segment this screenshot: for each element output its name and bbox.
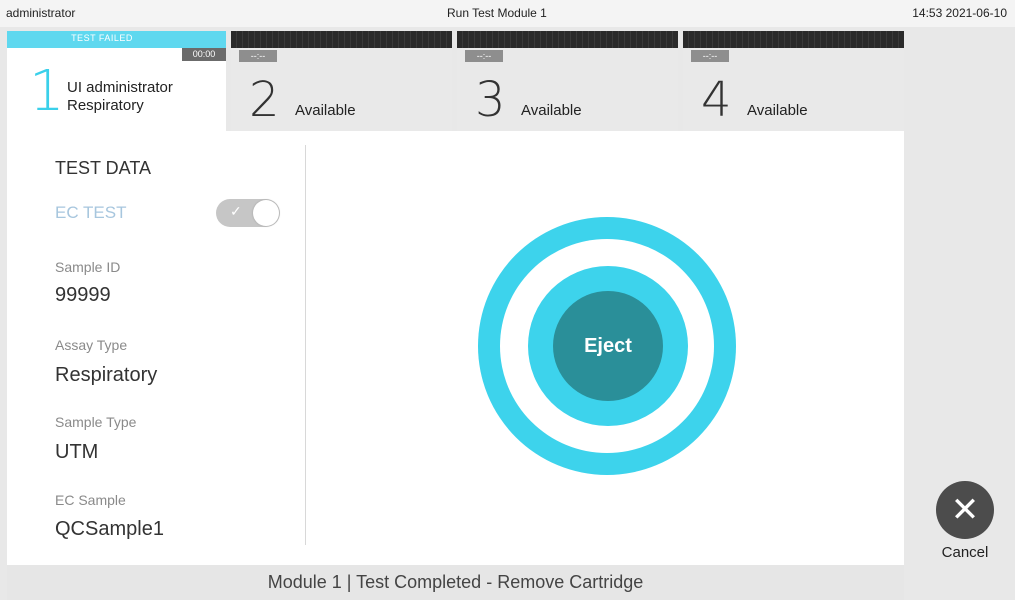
module-number: 2	[249, 72, 280, 128]
eject-area: Eject	[306, 131, 904, 565]
status-strip	[457, 31, 678, 48]
module-user: UI administrator	[67, 79, 173, 96]
timer: 00:00	[182, 48, 226, 61]
status-strip	[231, 31, 452, 48]
assay-type-value: Respiratory	[55, 364, 158, 386]
ec-sample-value: QCSample1	[55, 518, 164, 540]
status-strip: TEST FAILED	[7, 31, 226, 48]
module-number: 1	[29, 59, 65, 124]
module-user-assay: UI administrator Respiratory	[67, 79, 173, 115]
timer: --:--	[691, 50, 729, 62]
close-icon[interactable]: ✕	[936, 481, 994, 539]
current-user: administrator	[6, 6, 76, 20]
module-tab-2[interactable]: --:-- 2 Available	[231, 31, 452, 131]
module-tab-4[interactable]: --:-- 4 Available	[683, 31, 904, 131]
module-status: Available	[521, 102, 582, 119]
screen: administrator Run Test Module 1 14:53 20…	[0, 0, 1015, 600]
status-strip	[683, 31, 904, 48]
test-data-title: TEST DATA	[55, 158, 152, 178]
sample-id-label: Sample ID	[55, 259, 121, 275]
top-bar: administrator Run Test Module 1 14:53 20…	[0, 0, 1015, 27]
status-footer: Module 1 | Test Completed - Remove Cartr…	[7, 565, 904, 600]
module-number: 4	[701, 72, 732, 128]
sample-id-value: 99999	[55, 284, 111, 306]
toggle-knob	[253, 200, 279, 226]
cancel-label[interactable]: Cancel	[935, 544, 995, 561]
window-title: Run Test Module 1	[447, 6, 547, 20]
clock: 14:53 2021-06-10	[912, 6, 1007, 20]
module-assay: Respiratory	[67, 97, 144, 114]
test-data-panel: TEST DATA EC TEST ✓ Sample ID 99999 Assa…	[7, 131, 305, 565]
ec-sample-label: EC Sample	[55, 492, 126, 508]
assay-type-label: Assay Type	[55, 337, 128, 353]
module-tab-1[interactable]: TEST FAILED 00:00 1 UI administrator Res…	[7, 31, 226, 131]
module-number: 3	[475, 72, 506, 128]
module-status: Available	[295, 102, 356, 119]
module-status: Available	[747, 102, 808, 119]
sample-type-value: UTM	[55, 441, 99, 463]
sample-type-label: Sample Type	[55, 414, 137, 430]
ec-test-toggle[interactable]: ✓	[216, 199, 280, 227]
cancel-control[interactable]: ✕ Cancel	[935, 481, 1007, 565]
eject-button[interactable]: Eject	[553, 291, 663, 401]
module-tab-3[interactable]: --:-- 3 Available	[457, 31, 678, 131]
timer: --:--	[239, 50, 277, 62]
main-panel: TEST DATA EC TEST ✓ Sample ID 99999 Assa…	[7, 131, 904, 565]
timer: --:--	[465, 50, 503, 62]
test-status-label: TEST FAILED	[71, 33, 133, 43]
check-icon: ✓	[230, 203, 242, 219]
ec-test-label: EC TEST	[55, 203, 127, 222]
